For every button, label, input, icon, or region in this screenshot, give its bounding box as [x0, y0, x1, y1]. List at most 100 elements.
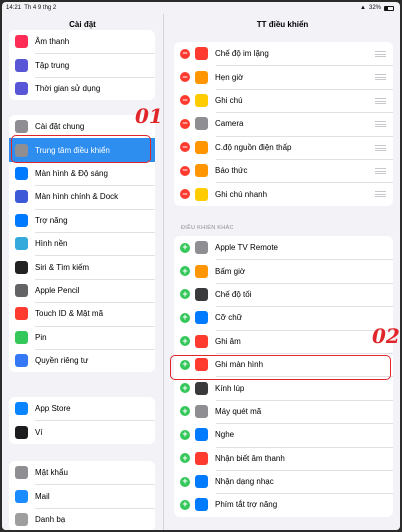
- mail-icon: [15, 489, 28, 503]
- add-control-button[interactable]: +: [180, 266, 190, 277]
- wifi-icon: ▲: [360, 5, 366, 11]
- sidebar-item-mat-khau[interactable]: Mật khẩu: [9, 461, 155, 484]
- sidebar-item-quyen-rieng-tu[interactable]: Quyền riêng tư: [9, 348, 155, 372]
- sidebar-item-label: Touch ID & Mật mã: [35, 309, 104, 319]
- control-label: Apple TV Remote: [215, 243, 278, 253]
- low-power-icon: [195, 140, 208, 154]
- sidebar-group-4: Mật khẩu Mail Danh bạ: [9, 461, 155, 530]
- reorder-handle-icon[interactable]: [375, 167, 386, 174]
- control-row-hen-gio: − Hẹn giờ: [174, 65, 393, 88]
- remove-control-button[interactable]: −: [180, 95, 190, 106]
- battery-icon: [15, 330, 28, 344]
- add-control-button[interactable]: +: [180, 242, 190, 253]
- add-control-button[interactable]: +: [180, 383, 190, 394]
- add-control-button[interactable]: +: [180, 453, 190, 464]
- sidebar-item-label: Âm thanh: [35, 37, 70, 47]
- settings-sidebar: Cài đặt Âm thanh Tập trung Thời gian sử dụ…: [2, 14, 164, 530]
- control-row-phim-tat-tro-nang: + Phím tắt trợ năng: [174, 493, 393, 516]
- add-control-button[interactable]: +: [180, 289, 190, 300]
- sidebar-item-label: Mail: [35, 491, 50, 501]
- sidebar-item-man-hinh-do-sang[interactable]: Màn hình & Độ sáng: [9, 162, 155, 185]
- sidebar-item-thoi-gian-su-dung[interactable]: Thời gian sử dụng: [9, 76, 155, 100]
- control-label: Chế độ im lặng: [215, 49, 269, 59]
- sidebar-group-3: App Store Ví: [9, 397, 155, 444]
- sidebar-item-man-hinh-chinh-dock[interactable]: Màn hình chính & Dock: [9, 185, 155, 208]
- page-title: TT điều khiển: [256, 20, 309, 29]
- hourglass-icon: [15, 81, 28, 95]
- more-controls-header: ĐIỀU KHIỂN KHÁC: [181, 225, 234, 231]
- remove-control-button[interactable]: −: [180, 72, 190, 83]
- add-control-button[interactable]: +: [180, 406, 190, 417]
- sidebar-item-danh-ba[interactable]: Danh bạ: [9, 507, 155, 530]
- shazam-icon: [195, 475, 208, 489]
- add-control-button[interactable]: +: [180, 312, 190, 323]
- add-control-button[interactable]: +: [180, 476, 190, 487]
- sidebar-item-label: Danh bạ: [35, 514, 66, 524]
- control-row-nhan-biet-am-thanh: + Nhận biết âm thanh: [174, 446, 393, 470]
- sidebar-item-app-store[interactable]: App Store: [9, 397, 155, 420]
- ipad-screen: 14:21 Th 4 9 thg 2 ▲ 32% Cài đặt Âm than…: [2, 2, 400, 530]
- sidebar-item-label: Ví: [35, 427, 43, 437]
- sidebar-item-vi[interactable]: Ví: [9, 420, 155, 443]
- control-label: Camera: [215, 119, 244, 129]
- sidebar-item-label: Siri & Tìm kiếm: [35, 262, 90, 272]
- dark-mode-icon: [195, 287, 208, 301]
- add-control-button[interactable]: +: [180, 429, 190, 440]
- remove-control-button[interactable]: −: [180, 118, 190, 129]
- reorder-handle-icon[interactable]: [375, 97, 386, 104]
- sidebar-item-siri-tim-kiem[interactable]: Siri & Tìm kiếm: [9, 255, 155, 278]
- remove-control-button[interactable]: −: [180, 165, 190, 176]
- sidebar-item-touch-id-mat-ma[interactable]: Touch ID & Mật mã: [9, 302, 155, 325]
- sidebar-item-label: Apple Pencil: [35, 285, 80, 295]
- sidebar-item-label: App Store: [35, 404, 71, 414]
- remove-control-button[interactable]: −: [180, 189, 190, 200]
- highlight-screen-recording: [170, 355, 391, 380]
- sidebar-item-label: Màn hình & Độ sáng: [35, 168, 108, 178]
- add-control-button[interactable]: +: [180, 336, 190, 347]
- alarm-icon: [195, 70, 208, 84]
- annotation-step-1: 01: [135, 104, 163, 128]
- remove-control-button[interactable]: −: [180, 48, 190, 59]
- display-icon: [15, 166, 28, 180]
- reorder-handle-icon[interactable]: [375, 144, 386, 151]
- magnifier-icon: [195, 381, 208, 395]
- pencil-icon: [15, 283, 28, 297]
- sidebar-item-label: Quyền riêng tư: [35, 356, 89, 366]
- quick-note-icon: [195, 187, 208, 201]
- sidebar-item-mail[interactable]: Mail: [9, 484, 155, 507]
- sidebar-item-pin[interactable]: Pin: [9, 325, 155, 349]
- add-control-button[interactable]: +: [180, 499, 190, 510]
- control-row-bam-gio: + Bấm giờ: [174, 259, 393, 282]
- sidebar-item-tro-nang[interactable]: Trợ năng: [9, 208, 155, 232]
- reorder-handle-icon[interactable]: [375, 121, 386, 128]
- sidebar-item-am-thanh[interactable]: Âm thanh: [9, 30, 155, 53]
- sidebar-item-label: Màn hình chính & Dock: [35, 192, 119, 202]
- control-row-che-do-im-lang: − Chế độ im lặng: [174, 42, 393, 65]
- control-label: Chế độ tối: [215, 289, 252, 299]
- sidebar-item-apple-pencil[interactable]: Apple Pencil: [9, 278, 155, 302]
- battery-icon: [384, 5, 394, 11]
- reorder-handle-icon[interactable]: [375, 51, 386, 57]
- sidebar-item-label: Hình nền: [35, 239, 68, 249]
- sidebar-group-1: Âm thanh Tập trung Thời gian sử dụng: [9, 30, 155, 100]
- reorder-handle-icon[interactable]: [375, 191, 386, 198]
- control-row-camera: − Camera: [174, 112, 393, 135]
- contacts-icon: [15, 512, 28, 526]
- control-label: Kính lúp: [215, 383, 245, 393]
- control-row-ghi-chu: − Ghi chú: [174, 88, 393, 112]
- control-row-apple-tv-remote: + Apple TV Remote: [174, 236, 393, 259]
- control-label: Bấm giờ: [215, 266, 246, 276]
- annotation-step-2: 02: [372, 324, 400, 348]
- sidebar-item-hinh-nen[interactable]: Hình nền: [9, 231, 155, 255]
- remove-control-button[interactable]: −: [180, 142, 190, 153]
- alarm-clock-icon: [195, 164, 208, 178]
- reorder-handle-icon[interactable]: [375, 74, 386, 81]
- control-label: Phím tắt trợ năng: [215, 500, 278, 510]
- sidebar-item-label: Tập trung: [35, 60, 70, 70]
- control-row-ghi-am: + Ghi âm: [174, 329, 393, 353]
- sound-recognition-icon: [195, 451, 208, 465]
- battery-percent: 32%: [368, 5, 381, 11]
- control-label: Nhận dạng nhạc: [215, 477, 274, 487]
- control-row-ghi-chu-nhanh: − Ghi chú nhanh: [174, 182, 393, 205]
- sidebar-item-tap-trung[interactable]: Tập trung: [9, 53, 155, 76]
